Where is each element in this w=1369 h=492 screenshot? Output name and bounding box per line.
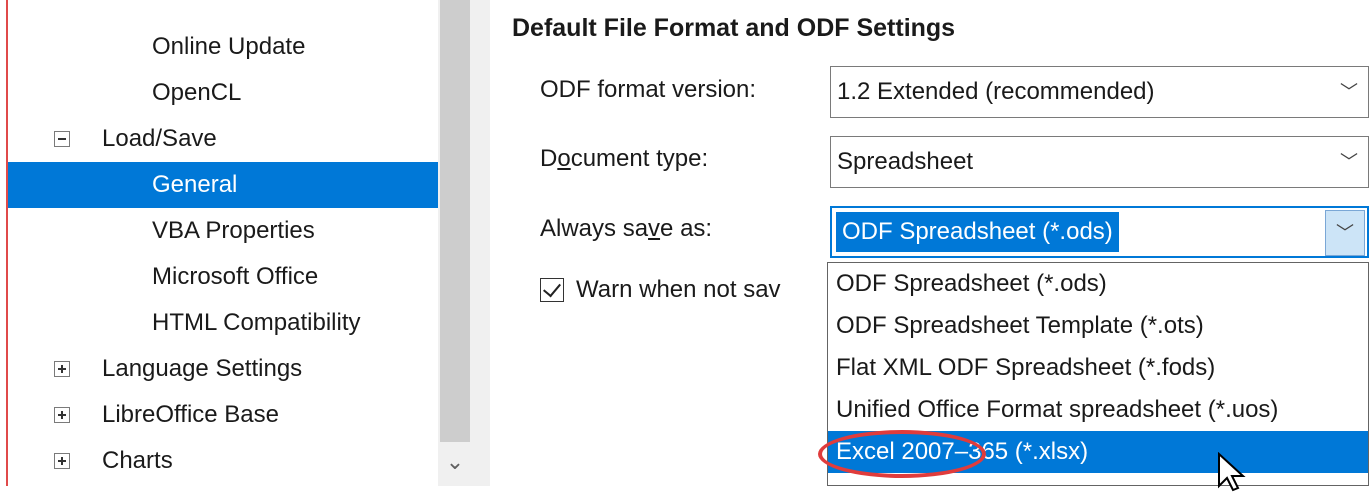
warn-checkbox[interactable]	[540, 278, 564, 302]
tree-item-label: Language Settings	[102, 355, 303, 382]
tree-scrollbar-thumb[interactable]	[440, 0, 470, 442]
annotation-ellipse	[818, 430, 986, 478]
dropdown-option[interactable]: Unified Office Format spreadsheet (*.uos…	[828, 389, 1368, 431]
tree-item[interactable]: LibreOffice Base	[8, 392, 438, 438]
tree-item[interactable]: OpenCL	[8, 70, 438, 116]
expand-plus-icon[interactable]	[54, 361, 70, 377]
tree-item-label: HTML Compatibility	[152, 309, 361, 336]
always-save-as-label: Always save as:	[540, 215, 713, 242]
pane-divider	[472, 0, 490, 486]
document-type-value: Spreadsheet	[837, 148, 974, 175]
dropdown-option[interactable]: ODF Spreadsheet (*.ods)	[828, 263, 1368, 305]
tree-item-label: General	[152, 171, 238, 198]
tree-item[interactable]: HTML Compatibility	[8, 300, 438, 346]
tree-item-label: LibreOffice Base	[102, 401, 279, 428]
document-type-select[interactable]: Spreadsheet ﹀	[830, 136, 1369, 188]
tree-item-label: Load/Save	[102, 125, 217, 152]
dropdown-option[interactable]: Flat XML ODF Spreadsheet (*.fods)	[828, 347, 1368, 389]
tree-item-label: VBA Properties	[152, 217, 315, 244]
tree-item[interactable]: Charts	[8, 438, 438, 484]
section-title: Default File Format and ODF Settings	[512, 14, 956, 42]
tree-item[interactable]: General	[8, 162, 438, 208]
document-type-label: Document type:	[540, 145, 709, 172]
tree-item[interactable]: Load/Save	[8, 116, 438, 162]
tree-item[interactable]: Language Settings	[8, 346, 438, 392]
options-tree: Online Update OpenCL Load/Save General VBA P…	[8, 0, 438, 486]
chevron-down-icon[interactable]: ﹀	[1325, 210, 1365, 256]
tree-item-label: Microsoft Office	[152, 263, 319, 290]
window-edge	[0, 0, 8, 486]
warn-checkbox-label: Warn when not sav	[576, 276, 781, 303]
odf-version-value: 1.2 Extended (recommended)	[837, 78, 1155, 105]
odf-version-select[interactable]: 1.2 Extended (recommended) ﹀	[830, 66, 1369, 118]
chevron-down-icon[interactable]: ﹀	[1329, 137, 1368, 187]
tree-item[interactable]: Microsoft Office	[8, 254, 438, 300]
odf-version-label: ODF format version:	[540, 76, 757, 103]
expand-plus-icon[interactable]	[54, 407, 70, 423]
collapse-minus-icon[interactable]	[54, 131, 70, 147]
expand-plus-icon[interactable]	[54, 453, 70, 469]
chevron-down-icon[interactable]: ﹀	[1329, 67, 1368, 117]
scroll-down-icon[interactable]: ⌄	[438, 445, 472, 479]
tree-item-label: Online Update	[152, 33, 306, 60]
tree-item-label: Charts	[102, 447, 173, 474]
tree-item[interactable]: VBA Properties	[8, 208, 438, 254]
tree-item[interactable]: Online Update	[8, 24, 438, 70]
tree-item-label: OpenCL	[152, 79, 242, 106]
dropdown-option[interactable]: ODF Spreadsheet Template (*.ots)	[828, 305, 1368, 347]
always-save-as-value: ODF Spreadsheet (*.ods)	[836, 212, 1119, 252]
always-save-as-select[interactable]: ODF Spreadsheet (*.ods) ﹀	[830, 206, 1369, 258]
mouse-cursor-icon	[1218, 452, 1246, 492]
